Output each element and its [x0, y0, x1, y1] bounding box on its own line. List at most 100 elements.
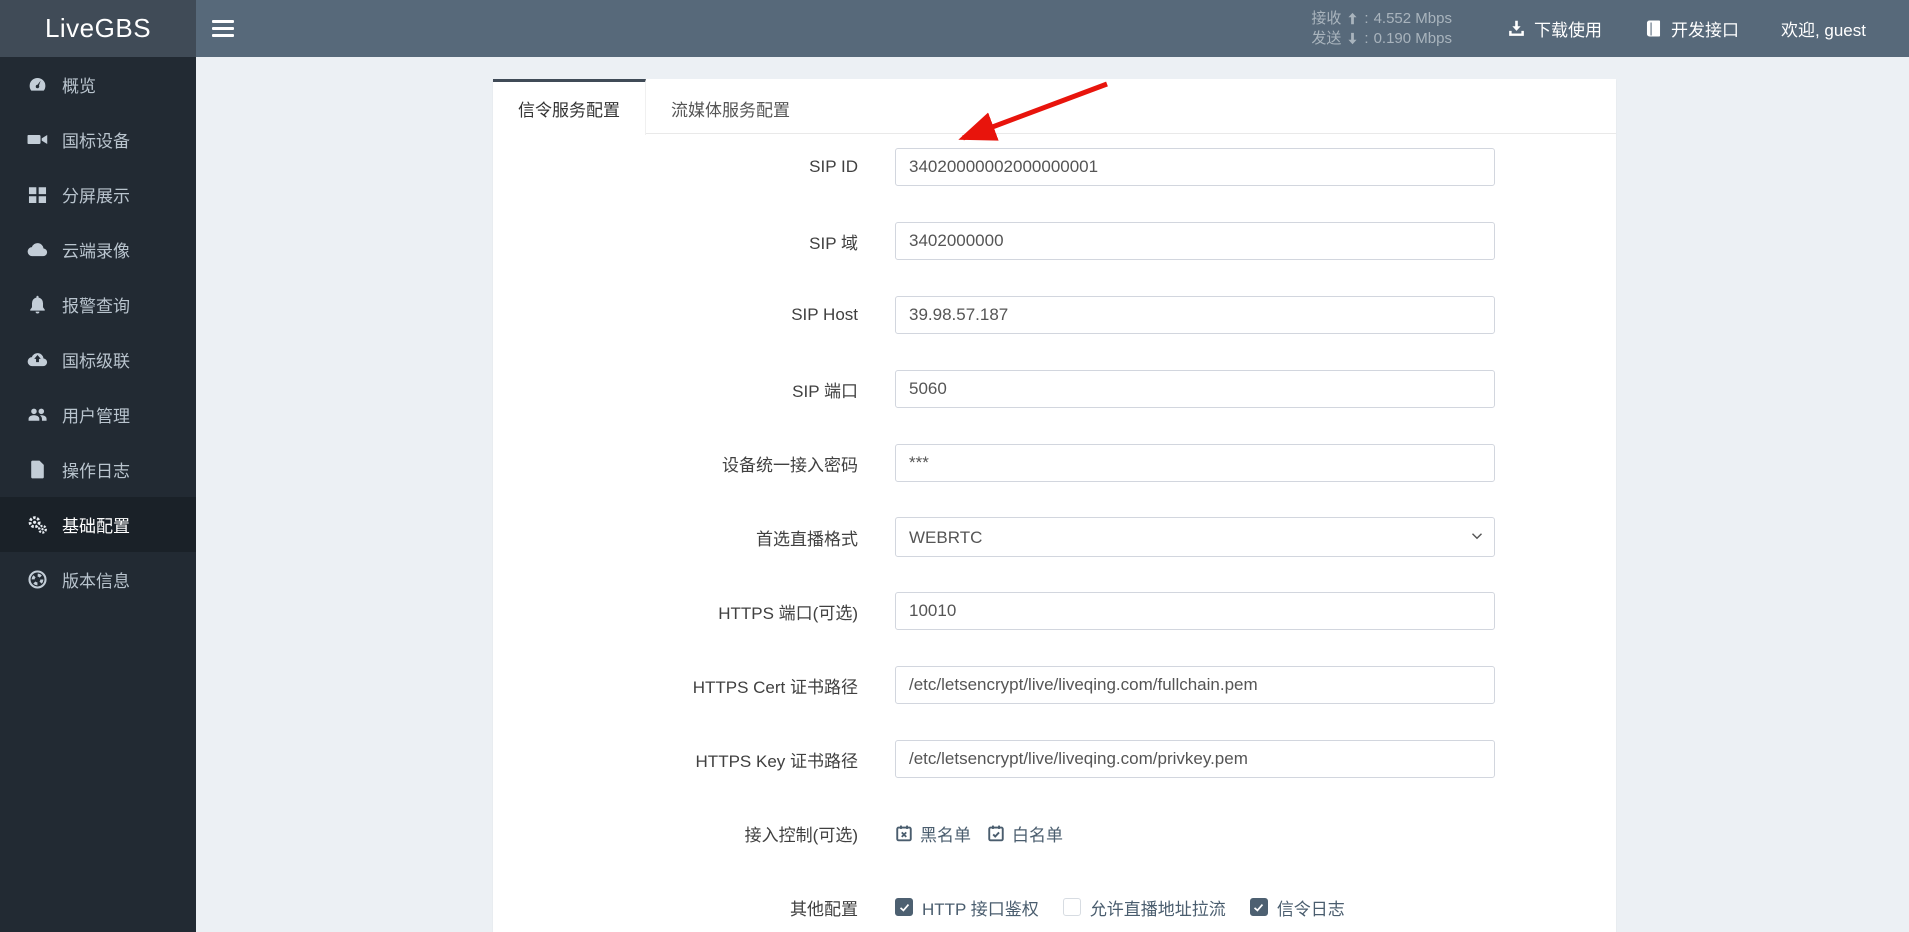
sip-port-field[interactable] [895, 370, 1495, 408]
sidebar-item-cloud-record[interactable]: 云端录像 [0, 222, 196, 277]
header-nav: 下载使用 开发接口 欢迎, guest [1486, 0, 1887, 57]
sidebar-item-label: 用户管理 [62, 407, 130, 426]
sidebar-item-gb-cascade[interactable]: 国标级联 [0, 332, 196, 387]
net-stat-sep: : [1364, 29, 1369, 47]
net-stat-send: 发送:0.190 Mbps [1311, 29, 1452, 49]
users-icon [27, 404, 48, 425]
sidebar-item-basic-config[interactable]: 基础配置 [0, 497, 196, 552]
form-row-device-password: 设备统一接入密码 [493, 444, 1616, 482]
field-control [895, 740, 1495, 778]
http-api-auth-checkbox-label: HTTP 接口鉴权 [922, 899, 1039, 919]
header-nav-dev-api[interactable]: 开发接口 [1623, 0, 1760, 57]
sidebar-item-overview[interactable]: 概览 [0, 57, 196, 112]
field-control [895, 444, 1495, 482]
sip-id-field[interactable] [895, 148, 1495, 186]
sidebar-item-alarm-query[interactable]: 报警查询 [0, 277, 196, 332]
life-ring-icon [27, 569, 48, 590]
sidebar: 概览国标设备分屏展示云端录像 报警查询 国标级联用户管理操作日志基础配置版本信息 [0, 57, 196, 932]
field-label: 接入控制(可选) [744, 825, 858, 845]
sidebar-item-split-screen[interactable]: 分屏展示 [0, 167, 196, 222]
form-row-sip-domain: SIP 域 [493, 222, 1616, 260]
field-control: HTTP 接口鉴权 允许直播地址拉流 信令日志 [895, 895, 1369, 920]
field-label: SIP Host [791, 305, 858, 324]
config-form: SIP ID SIP 域 SIP Host SIP 端口设备统一接入密码首选直播格式 W… [493, 134, 1616, 926]
sidebar-item-version-info[interactable]: 版本信息 [0, 552, 196, 607]
header-nav-download[interactable]: 下载使用 [1486, 0, 1623, 57]
signal-log-checkbox-label: 信令日志 [1276, 899, 1345, 919]
field-label: SIP 域 [809, 233, 858, 253]
bell-icon [27, 294, 48, 315]
form-row-access-control: 接入控制(可选) 黑名单 白名单 [493, 814, 1616, 852]
grid-icon [27, 184, 48, 205]
net-stat-sep: : [1364, 9, 1369, 27]
sidebar-item-label: 分屏展示 [62, 187, 130, 206]
arrow-down-icon [1346, 32, 1359, 45]
whitelist-link[interactable]: 白名单 [987, 821, 1063, 846]
sidebar-item-user-management[interactable]: 用户管理 [0, 387, 196, 442]
form-row-sip-id: SIP ID [493, 148, 1616, 186]
net-stat-label: 发送 [1311, 29, 1342, 47]
form-row-https-port: HTTPS 端口(可选) [493, 592, 1616, 630]
tab-label: 流媒体服务配置 [671, 100, 790, 120]
sidebar-item-label: 概览 [62, 77, 96, 96]
https-key-path-field[interactable] [895, 740, 1495, 778]
net-stat-value: 0.190 Mbps [1373, 29, 1452, 47]
field-control [895, 296, 1495, 334]
signal-log-checkbox-group: 信令日志 [1249, 895, 1345, 920]
sidebar-item-label: 操作日志 [62, 462, 130, 481]
allow-live-pull-checkbox-group: 允许直播地址拉流 [1062, 895, 1226, 920]
gears-icon [27, 514, 48, 535]
tab-signal-config[interactable]: 信令服务配置 [493, 79, 646, 135]
net-stat-receive: 接收:4.552 Mbps [1311, 9, 1452, 29]
sip-domain-field[interactable] [895, 222, 1495, 260]
form-row-https-key-path: HTTPS Key 证书路径 [493, 740, 1616, 778]
device-password-field[interactable] [895, 444, 1495, 482]
field-control [895, 222, 1495, 260]
form-row-other-config: 其他配置 HTTP 接口鉴权 允许直播地址拉流 信令日志 [493, 888, 1616, 926]
arrow-up-icon [1346, 12, 1359, 25]
tab-bar: 信令服务配置 流媒体服务配置 [493, 79, 1616, 135]
app-logo: LiveGBS [0, 0, 196, 57]
header-nav-label: 开发接口 [1670, 21, 1739, 40]
sidebar-toggle-button[interactable] [196, 0, 250, 57]
sidebar-item-label: 版本信息 [62, 572, 130, 591]
sidebar-item-label: 基础配置 [62, 517, 130, 536]
field-label: HTTPS 端口(可选) [718, 603, 858, 623]
form-row-sip-host: SIP Host [493, 296, 1616, 334]
blacklist-link[interactable]: 黑名单 [895, 821, 971, 846]
field-control [895, 370, 1495, 408]
http-api-auth-checkbox[interactable] [895, 898, 913, 916]
form-row-preferred-live-format: 首选直播格式 WEBRTC [493, 517, 1616, 557]
sidebar-item-gb-devices[interactable]: 国标设备 [0, 112, 196, 167]
field-label: SIP 端口 [792, 381, 858, 401]
signal-log-checkbox[interactable] [1249, 898, 1268, 916]
field-label: HTTPS Key 证书路径 [695, 751, 858, 771]
config-card: 信令服务配置 流媒体服务配置 SIP ID SIP 域 SIP Host SIP 端口设… [493, 79, 1616, 932]
top-navbar: LiveGBS 接收:4.552 Mbps 发送:0.190 Mbps 下载使用 开… [0, 0, 1909, 57]
form-row-sip-port: SIP 端口 [493, 370, 1616, 408]
preferred-live-format-select[interactable]: WEBRTC [895, 517, 1495, 557]
field-control [895, 592, 1495, 630]
header-right: 接收:4.552 Mbps 发送:0.190 Mbps 下载使用 开发接口 欢迎, g… [1311, 0, 1909, 57]
header-nav-label: 欢迎, guest [1780, 21, 1866, 40]
file-icon [27, 459, 48, 480]
download-icon [1507, 19, 1526, 38]
https-port-field[interactable] [895, 592, 1495, 630]
http-api-auth-checkbox-group: HTTP 接口鉴权 [895, 895, 1039, 920]
header-nav-welcome[interactable]: 欢迎, guest [1760, 0, 1887, 57]
field-label: SIP ID [809, 157, 858, 176]
field-control: WEBRTC [895, 517, 1495, 557]
net-stat-label: 接收 [1311, 9, 1342, 27]
calendar-times-icon [895, 824, 913, 842]
tab-media-config[interactable]: 流媒体服务配置 [646, 79, 815, 134]
network-stats: 接收:4.552 Mbps 发送:0.190 Mbps [1311, 9, 1452, 49]
dashboard-icon [27, 74, 48, 95]
field-label: 首选直播格式 [756, 529, 858, 549]
tab-label: 信令服务配置 [518, 101, 620, 120]
whitelist-link-label: 白名单 [1012, 825, 1063, 845]
sidebar-item-operation-log[interactable]: 操作日志 [0, 442, 196, 497]
sip-host-field[interactable] [895, 296, 1495, 334]
sidebar-item-label: 国标设备 [62, 132, 130, 151]
allow-live-pull-checkbox[interactable] [1062, 898, 1081, 916]
https-cert-path-field[interactable] [895, 666, 1495, 704]
